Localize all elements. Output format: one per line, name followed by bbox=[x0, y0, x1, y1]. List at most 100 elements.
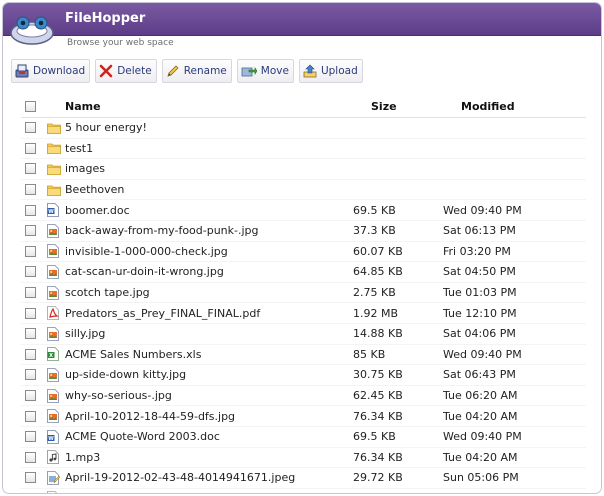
file-name[interactable]: Predators_as_Prey_FINAL_FINAL.pdf bbox=[65, 307, 353, 320]
delete-button[interactable]: Delete bbox=[95, 59, 157, 83]
file-row-checkbox[interactable] bbox=[25, 307, 36, 319]
file-name[interactable]: April-19-2012-02-43-48-4014941671.jpeg bbox=[65, 471, 353, 484]
folder-icon bbox=[47, 142, 65, 155]
file-size: 69.5 KB bbox=[353, 203, 396, 217]
image-file-icon bbox=[47, 265, 65, 279]
file-row-checkbox[interactable] bbox=[25, 390, 36, 402]
svg-text:W: W bbox=[48, 209, 54, 215]
file-name[interactable]: back-away-from-my-food-punk-.jpg bbox=[65, 224, 353, 237]
file-name[interactable]: boomer.doc bbox=[65, 204, 353, 217]
file-row[interactable]: why-so-serious-.jpg 62.45 KB Tue 06:20 AM bbox=[21, 386, 586, 407]
download-label: Download bbox=[33, 65, 86, 77]
file-name[interactable]: ACME Sales Numbers.xls bbox=[65, 348, 353, 361]
file-row[interactable]: Wboomer.doc 69.5 KB Wed 09:40 PM bbox=[21, 200, 586, 221]
upload-icon bbox=[303, 64, 317, 78]
file-size: 2.75 KB bbox=[353, 286, 396, 300]
file-name[interactable]: invisible-1-000-000-check.jpg bbox=[65, 245, 353, 258]
file-name[interactable]: April-10-2012-18-44-59-dfs.jpg bbox=[65, 410, 353, 423]
file-name[interactable]: scotch tape.jpg bbox=[65, 286, 353, 299]
file-row-checkbox[interactable] bbox=[25, 225, 36, 237]
column-header-name[interactable]: Name bbox=[47, 100, 371, 113]
file-row-checkbox[interactable] bbox=[25, 328, 36, 340]
file-row[interactable]: 5 hour energy! bbox=[21, 118, 586, 139]
file-row-checkbox[interactable] bbox=[25, 431, 36, 443]
file-size: 76.34 KB bbox=[353, 450, 403, 464]
file-size: 64.85 KB bbox=[353, 265, 403, 279]
file-row[interactable]: silly.jpg 14.88 KB Sat 04:06 PM bbox=[21, 324, 586, 345]
file-name[interactable]: 5 hour energy! bbox=[65, 121, 353, 134]
file-row-checkbox[interactable] bbox=[25, 410, 36, 422]
move-button[interactable]: Move bbox=[236, 59, 294, 83]
file-row-checkbox[interactable] bbox=[25, 451, 36, 463]
file-name[interactable]: sample.pdf bbox=[65, 492, 353, 493]
file-size: 60.07 KB bbox=[353, 244, 403, 258]
file-row-checkbox[interactable] bbox=[25, 142, 36, 154]
file-modified: Tue 04:20 AM bbox=[443, 409, 518, 423]
file-name[interactable]: test1 bbox=[65, 142, 353, 155]
file-list: Name Size Modified 5 hour energy! test1 im… bbox=[21, 95, 586, 493]
column-header-modified[interactable]: Modified bbox=[461, 100, 581, 113]
file-modified: Wed 07:56 AM bbox=[443, 492, 563, 493]
file-row[interactable]: invisible-1-000-000-check.jpg 60.07 KB Fri… bbox=[21, 242, 586, 263]
file-row[interactable]: scotch tape.jpg 2.75 KB Tue 01:03 PM bbox=[21, 283, 586, 304]
move-label: Move bbox=[260, 65, 289, 77]
file-rows: 5 hour energy! test1 images Beethoven Wboome… bbox=[21, 118, 586, 493]
file-row[interactable]: April-10-2012-18-44-59-dfs.jpg 76.34 KB Tu… bbox=[21, 406, 586, 427]
file-row-checkbox[interactable] bbox=[25, 369, 36, 381]
audio-file-icon bbox=[47, 450, 65, 465]
file-name[interactable]: why-so-serious-.jpg bbox=[65, 389, 353, 402]
rename-button[interactable]: Rename bbox=[161, 59, 232, 83]
file-modified: Wed 09:40 PM bbox=[443, 347, 522, 361]
file-name[interactable]: 1.mp3 bbox=[65, 451, 353, 464]
file-name[interactable]: up-side-down kitty.jpg bbox=[65, 368, 353, 381]
file-row-checkbox[interactable] bbox=[25, 163, 36, 175]
file-row[interactable]: 1.mp3 76.34 KB Tue 04:20 AM bbox=[21, 448, 586, 469]
file-row[interactable]: back-away-from-my-food-punk-.jpg 37.3 KB S… bbox=[21, 221, 586, 242]
file-row-checkbox[interactable] bbox=[25, 184, 36, 196]
title-bar: FileHopper bbox=[3, 3, 601, 36]
download-button[interactable]: Download bbox=[11, 59, 91, 83]
file-row[interactable]: up-side-down kitty.jpg 30.75 KB Sat 06:43 … bbox=[21, 365, 586, 386]
file-name[interactable]: cat-scan-ur-doin-it-wrong.jpg bbox=[65, 265, 353, 278]
file-row[interactable]: images bbox=[21, 159, 586, 180]
file-row[interactable]: test1 bbox=[21, 139, 586, 160]
file-row[interactable]: cat-scan-ur-doin-it-wrong.jpg 64.85 KB Sat… bbox=[21, 262, 586, 283]
file-row[interactable]: W ACME Quote-Word 2003.doc 69.5 KB Wed 09:4… bbox=[21, 427, 586, 448]
file-modified: Sat 06:13 PM bbox=[443, 224, 516, 238]
file-modified: Sun 05:06 PM bbox=[443, 471, 519, 485]
file-name[interactable]: silly.jpg bbox=[65, 327, 353, 340]
svg-text:W: W bbox=[48, 436, 54, 442]
move-icon bbox=[241, 67, 257, 77]
filehopper-logo-icon bbox=[10, 16, 54, 45]
file-row[interactable]: X ACME Sales Numbers.xls 85 KB Wed 09:40 PM bbox=[21, 345, 586, 366]
file-row-checkbox[interactable] bbox=[25, 287, 36, 299]
file-size: 37.3 KB bbox=[353, 224, 396, 238]
file-row-checkbox[interactable] bbox=[25, 266, 36, 278]
file-row-checkbox[interactable] bbox=[25, 492, 36, 493]
file-size: 69.5 KB bbox=[353, 430, 396, 444]
upload-label: Upload bbox=[320, 65, 358, 77]
pencil-icon bbox=[167, 65, 179, 77]
file-size: 14.88 KB bbox=[353, 327, 403, 341]
pdf-icon bbox=[47, 491, 65, 493]
file-row[interactable]: April-19-2012-02-43-48-4014941671.jpeg 29… bbox=[21, 468, 586, 489]
file-row[interactable]: Beethoven bbox=[21, 180, 586, 201]
file-row-checkbox[interactable] bbox=[25, 472, 36, 484]
file-row[interactable]: sample.pdf369.48 KBWed 07:56 AM bbox=[21, 489, 586, 493]
image-file-icon bbox=[47, 285, 65, 300]
file-name[interactable]: Beethoven bbox=[65, 183, 353, 196]
file-row-checkbox[interactable] bbox=[25, 122, 36, 134]
file-size: 30.75 KB bbox=[353, 368, 403, 382]
file-row[interactable]: Predators_as_Prey_FINAL_FINAL.pdf 1.92 MB… bbox=[21, 303, 586, 324]
file-row-checkbox[interactable] bbox=[25, 245, 36, 257]
select-all-checkbox[interactable] bbox=[25, 100, 36, 112]
file-row-checkbox[interactable] bbox=[25, 348, 36, 360]
column-header-size[interactable]: Size bbox=[371, 100, 461, 113]
file-name[interactable]: images bbox=[65, 162, 353, 175]
file-name[interactable]: ACME Quote-Word 2003.doc bbox=[65, 430, 353, 443]
image-file-icon bbox=[47, 223, 65, 238]
file-row-checkbox[interactable] bbox=[25, 204, 36, 216]
file-modified: Tue 01:03 PM bbox=[443, 286, 517, 300]
image-file-icon bbox=[47, 244, 65, 259]
upload-button[interactable]: Upload bbox=[298, 59, 363, 83]
